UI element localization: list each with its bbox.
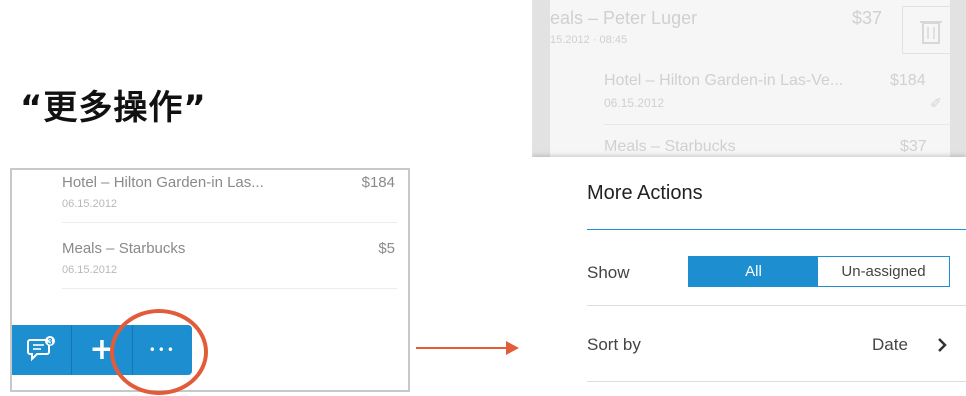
badge-count: 3 bbox=[47, 337, 52, 347]
item-amount: $37 bbox=[900, 138, 927, 155]
divider bbox=[587, 305, 966, 306]
item-title: Meals – Starbucks bbox=[604, 138, 736, 155]
title-divider bbox=[587, 229, 966, 230]
more-actions-sheet: More Actions Show All Un-assigned Sort b… bbox=[532, 157, 966, 396]
item-title: eals – Peter Luger bbox=[550, 8, 698, 28]
messages-button[interactable]: 3 bbox=[12, 325, 73, 375]
show-unassigned-option[interactable]: Un-assigned bbox=[818, 257, 949, 286]
item-amount: $184 bbox=[361, 174, 395, 191]
show-label: Show bbox=[587, 263, 630, 282]
item-date: 06.15.2012 bbox=[62, 264, 118, 276]
expense-list-panel: Hotel – Hilton Garden-in Las... 06.15.20… bbox=[10, 168, 410, 392]
sort-value: Date bbox=[872, 335, 908, 354]
list-item[interactable]: Hotel – Hilton Garden-in Las... 06.15.20… bbox=[62, 170, 397, 223]
show-filter-toggle: All Un-assigned bbox=[688, 256, 950, 287]
show-all-option[interactable]: All bbox=[689, 257, 818, 286]
sheet-title: More Actions bbox=[587, 182, 703, 204]
item-date: 15.2012 · 08:45 bbox=[550, 34, 628, 46]
item-amount: $37 bbox=[852, 8, 883, 28]
item-title: Hotel – Hilton Garden-in Las... bbox=[62, 174, 264, 191]
arrow-head-icon bbox=[506, 341, 519, 355]
arrow-icon bbox=[416, 347, 508, 349]
item-amount: $5 bbox=[378, 240, 395, 257]
chevron-right-icon bbox=[938, 338, 947, 352]
dimmed-list: eals – Peter Luger 15.2012 · 08:45 $37 H… bbox=[550, 0, 958, 160]
sort-label: Sort by bbox=[587, 335, 641, 354]
item-date: 06.15.2012 bbox=[62, 198, 118, 210]
list-item[interactable]: Meals – Starbucks 06.15.2012 $5 bbox=[62, 232, 397, 289]
page-heading: “更多操作” bbox=[20, 88, 207, 128]
more-actions-screen: eals – Peter Luger 15.2012 · 08:45 $37 H… bbox=[532, 0, 966, 396]
divider bbox=[604, 124, 950, 125]
highlight-circle bbox=[110, 309, 208, 395]
paperclip-icon: ✐ bbox=[930, 96, 942, 112]
divider bbox=[587, 381, 966, 382]
item-amount: $184 bbox=[890, 72, 926, 89]
item-title: Meals – Starbucks bbox=[62, 240, 186, 257]
item-title: Hotel – Hilton Garden-in Las-Ve... bbox=[604, 72, 844, 89]
chat-bubble-icon: 3 bbox=[26, 336, 55, 362]
delete-button[interactable] bbox=[902, 6, 958, 54]
trash-icon bbox=[920, 21, 942, 44]
item-date: 06.15.2012 bbox=[604, 96, 665, 110]
